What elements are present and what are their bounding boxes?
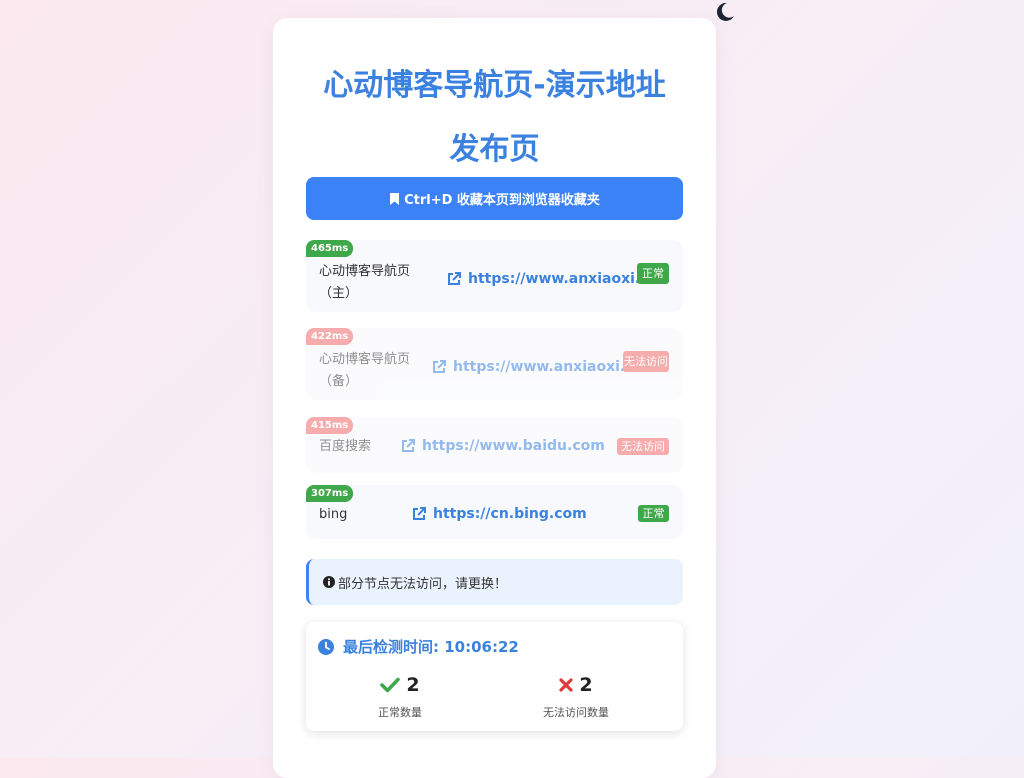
- bookmark-button-label: Ctrl+D 收藏本页到浏览器收藏夹: [404, 193, 600, 208]
- x-icon: [559, 678, 573, 692]
- node-name: bing: [319, 507, 348, 522]
- external-link-icon: [413, 507, 426, 520]
- status-badge: 无法访问: [623, 351, 669, 372]
- status-badge: 无法访问: [617, 438, 669, 455]
- node-name: 心动博客导航页（主）: [319, 264, 411, 301]
- node-url: https://www.anxiaoxi.cc: [468, 271, 657, 287]
- node-link[interactable]: https://cn.bing.com: [411, 506, 587, 522]
- bookmark-button[interactable]: Ctrl+D 收藏本页到浏览器收藏夹: [306, 177, 683, 220]
- info-icon: [323, 576, 335, 588]
- check-time: 最后检测时间: 10:06:22: [318, 636, 519, 657]
- external-link-icon: [402, 439, 415, 452]
- clock-icon: [318, 638, 334, 655]
- status-badge: 正常: [637, 263, 669, 284]
- node-name: 心动博客导航页（备）: [319, 352, 411, 389]
- external-link-icon: [448, 272, 461, 285]
- external-link-icon: [433, 360, 446, 373]
- node-item: 422ms 心动博客导航页（备） https://www.anxiaoxi.cc…: [306, 328, 683, 400]
- status-badge: 正常: [638, 505, 669, 522]
- notice-text: 部分节点无法访问，请更换！: [338, 576, 508, 592]
- moon-icon[interactable]: [712, 0, 736, 24]
- ok-label: 正常数量: [378, 706, 422, 719]
- bookmark-icon: [390, 192, 400, 205]
- node-item: 415ms 百度搜索 https://www.baidu.com 无法访问: [306, 417, 683, 473]
- fail-stat: 2 无法访问数量: [496, 672, 656, 720]
- stats-panel: 最后检测时间: 10:06:22 2 正常数量 2 无法访问数量: [306, 622, 683, 731]
- node-item: 465ms 心动博客导航页（主） https://www.anxiaoxi.cc…: [306, 240, 683, 312]
- check-time-text: 最后检测时间: 10:06:22: [343, 638, 519, 656]
- ok-stat: 2 正常数量: [320, 672, 480, 720]
- node-url: https://cn.bing.com: [433, 506, 587, 522]
- latency-badge: 422ms: [306, 328, 354, 345]
- notice-box: 部分节点无法访问，请更换！: [306, 559, 683, 605]
- latency-badge: 465ms: [306, 240, 354, 257]
- ok-count: 2: [406, 674, 420, 696]
- latency-badge: 415ms: [306, 417, 354, 434]
- node-link[interactable]: https://www.anxiaoxi.cc: [446, 271, 657, 287]
- node-link[interactable]: https://www.anxiaoxi.cc: [431, 359, 642, 375]
- check-icon: [380, 677, 401, 693]
- fail-label: 无法访问数量: [543, 706, 609, 719]
- main-card: 心动博客导航页-演示地址发布页 Ctrl+D 收藏本页到浏览器收藏夹 465ms…: [273, 18, 716, 778]
- node-link[interactable]: https://www.baidu.com: [400, 438, 605, 454]
- latency-badge: 307ms: [306, 485, 354, 502]
- fail-count: 2: [579, 674, 593, 696]
- page-title: 心动博客导航页-演示地址发布页: [323, 68, 666, 167]
- node-name: 百度搜索: [319, 439, 372, 454]
- node-item: 307ms bing https://cn.bing.com 正常: [306, 485, 683, 539]
- node-url: https://www.baidu.com: [422, 438, 605, 454]
- node-url: https://www.anxiaoxi.cc: [453, 359, 642, 375]
